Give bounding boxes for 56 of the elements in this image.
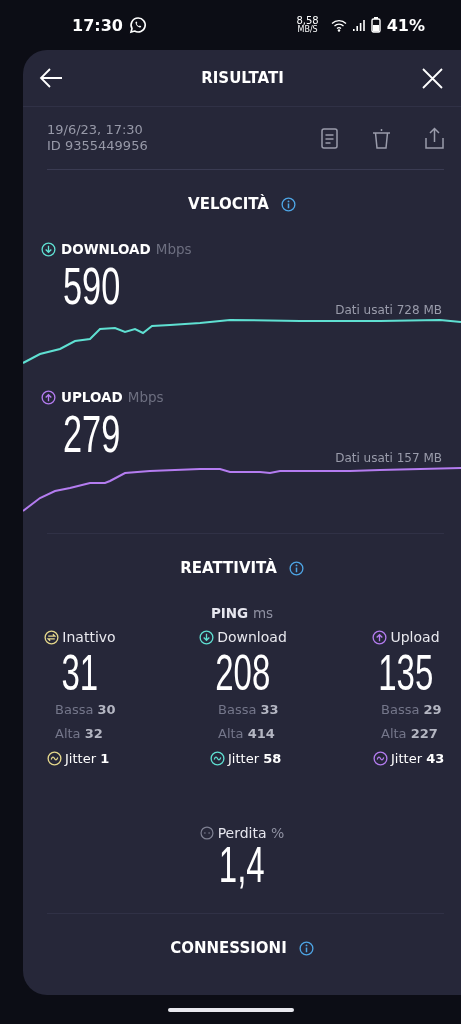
ping-heading: PING ms bbox=[210, 605, 274, 621]
jitter-value: Jitter 43 bbox=[391, 750, 445, 766]
high-ping: Alta 414 bbox=[218, 726, 275, 741]
clock: 17:30 bbox=[72, 15, 123, 35]
low-ping: Bassa 33 bbox=[218, 702, 279, 717]
data-used-label: Dati usati 157 MB bbox=[335, 451, 442, 465]
loss-icon bbox=[199, 826, 214, 840]
upload-icon bbox=[372, 629, 388, 645]
upload-icon bbox=[41, 389, 56, 405]
test-label: UPLOAD bbox=[61, 389, 123, 405]
trash-icon[interactable] bbox=[372, 127, 391, 149]
info-icon[interactable] bbox=[280, 196, 296, 212]
info-icon[interactable] bbox=[298, 940, 314, 956]
low-ping: Bassa 29 bbox=[381, 702, 442, 717]
low-ping: Bassa 30 bbox=[55, 702, 116, 717]
section-title: VELOCITÀ bbox=[188, 195, 269, 213]
test-date: 19/6/23, 17:30 bbox=[47, 122, 144, 138]
ping-value: 208 bbox=[215, 650, 271, 696]
loss-value: 1,4 bbox=[219, 843, 265, 887]
network-speed: 8,58 bbox=[296, 16, 319, 26]
test-id: ID 9355449956 bbox=[47, 138, 149, 154]
document-icon[interactable] bbox=[321, 127, 338, 149]
chat-icon bbox=[128, 16, 147, 34]
high-ping: Alta 32 bbox=[55, 726, 103, 741]
ping-label: Inattivo bbox=[62, 629, 116, 645]
ping-label: Download bbox=[217, 629, 287, 645]
speed-value: 279 bbox=[63, 409, 121, 459]
loss-label: Perdita % bbox=[217, 825, 285, 841]
battery-icon bbox=[370, 17, 381, 33]
ping-value: 135 bbox=[378, 650, 434, 696]
close-icon bbox=[422, 67, 443, 89]
unit-label: Mbps bbox=[127, 389, 164, 405]
network-speed-unit: MB/S bbox=[297, 26, 318, 34]
download-icon bbox=[199, 629, 215, 645]
data-used-label: Dati usati 728 MB bbox=[335, 303, 442, 317]
back-arrow-icon bbox=[39, 68, 63, 88]
ping-value: 31 bbox=[61, 650, 99, 696]
back-button[interactable] bbox=[39, 68, 63, 88]
idle-icon bbox=[44, 629, 60, 645]
close-button[interactable] bbox=[422, 67, 443, 89]
signal-icon bbox=[352, 19, 365, 31]
screen-title: RISULTATI bbox=[201, 69, 284, 87]
info-icon[interactable] bbox=[288, 560, 304, 576]
jitter-value: Jitter 1 bbox=[65, 750, 110, 766]
unit-label: Mbps bbox=[155, 241, 192, 257]
section-title: CONNESSIONI bbox=[170, 939, 287, 957]
battery-percentage: 41% bbox=[386, 15, 425, 35]
jitter-value: Jitter 58 bbox=[228, 750, 282, 766]
ping-label: Upload bbox=[390, 629, 440, 645]
speed-value: 590 bbox=[63, 261, 121, 311]
download-icon bbox=[41, 241, 56, 257]
wifi-icon bbox=[330, 18, 347, 32]
high-ping: Alta 227 bbox=[381, 726, 438, 741]
test-label: DOWNLOAD bbox=[61, 241, 151, 257]
section-title: REATTIVITÀ bbox=[180, 559, 277, 577]
share-icon[interactable] bbox=[425, 127, 444, 149]
